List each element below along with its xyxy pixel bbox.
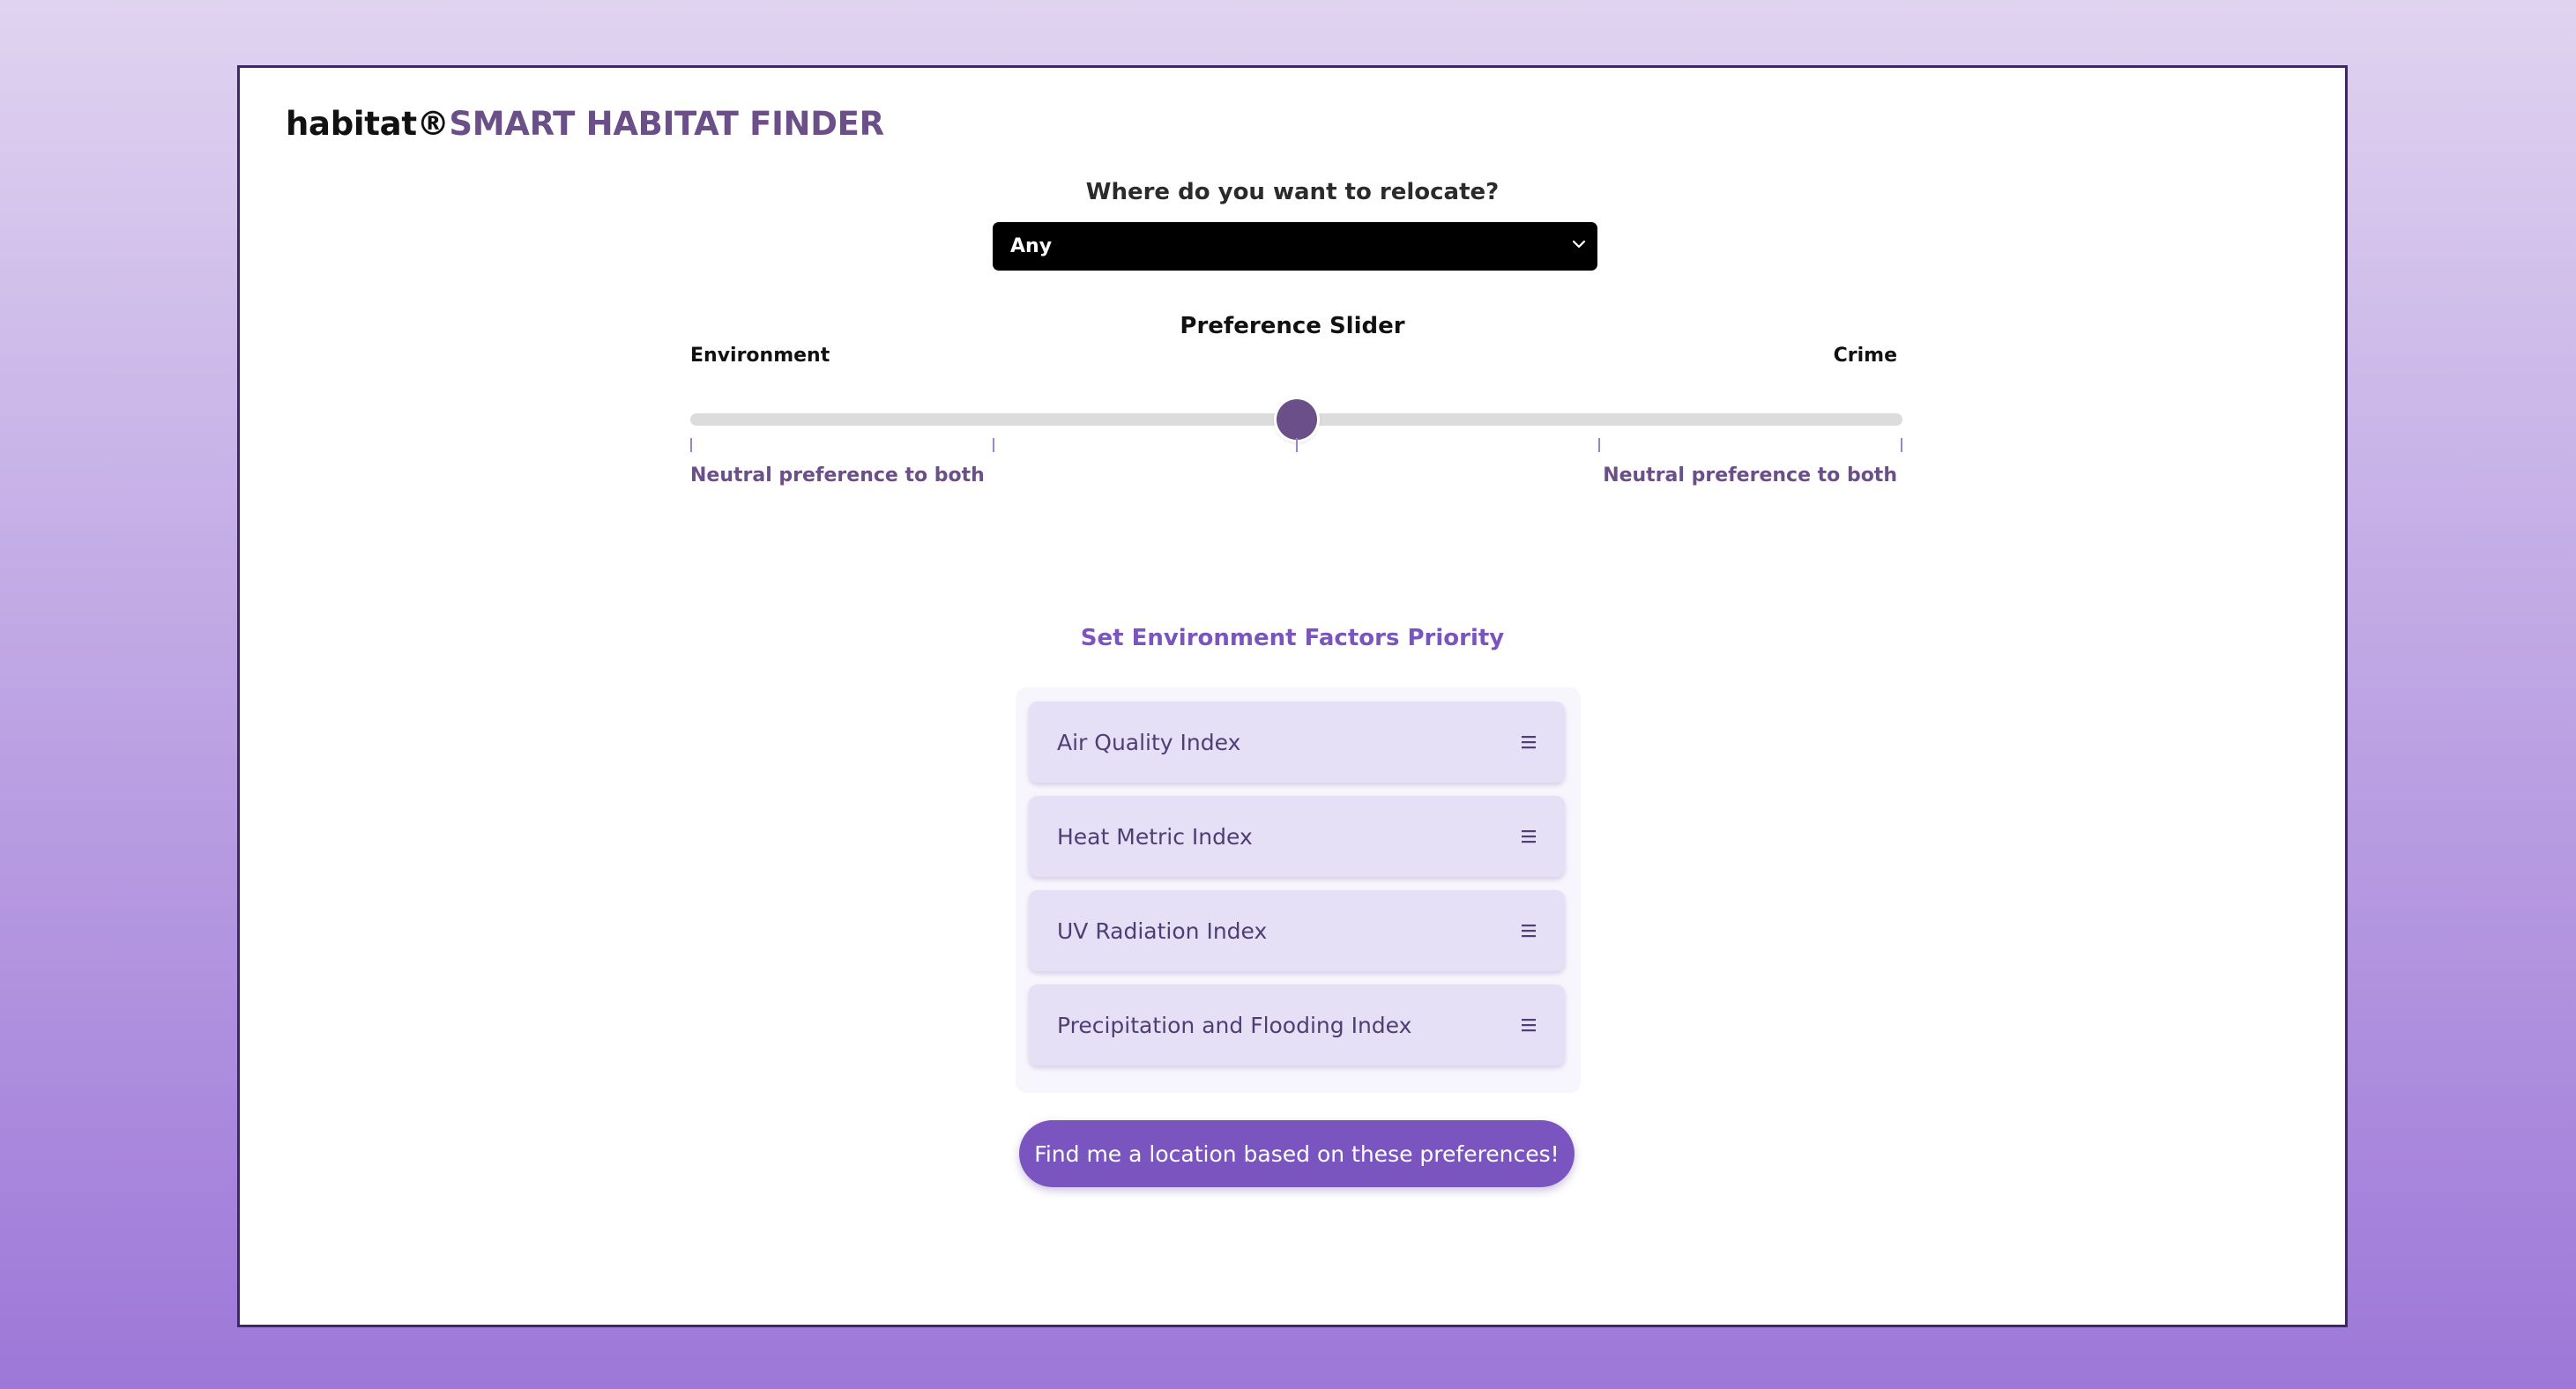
slider-label-crime: Crime: [1833, 345, 1897, 367]
factor-item-uv-radiation[interactable]: UV Radiation Index: [1029, 890, 1565, 971]
drag-handle-icon[interactable]: [1521, 828, 1537, 845]
factor-label: Air Quality Index: [1057, 729, 1241, 755]
brand-logo: habitat®SMART HABITAT FINDER: [286, 105, 884, 143]
preference-slider-title: Preference Slider: [1180, 313, 1405, 339]
slider-tick: [993, 438, 995, 452]
factor-label: UV Radiation Index: [1057, 917, 1268, 944]
preference-slider-thumb[interactable]: [1276, 399, 1317, 440]
factor-item-air-quality[interactable]: Air Quality Index: [1029, 702, 1565, 783]
factor-item-heat-metric[interactable]: Heat Metric Index: [1029, 796, 1565, 877]
drag-handle-icon[interactable]: [1521, 733, 1537, 751]
slider-tick: [1901, 438, 1902, 452]
slider-hint-left: Neutral preference to both: [690, 464, 985, 487]
app-card: habitat®SMART HABITAT FINDER Where do yo…: [237, 65, 2348, 1327]
drag-handle-icon[interactable]: [1521, 922, 1537, 940]
factors-priority-title: Set Environment Factors Priority: [1080, 625, 1505, 651]
find-location-button[interactable]: Find me a location based on these prefer…: [1019, 1120, 1575, 1187]
brand-name: habitat®: [286, 105, 450, 143]
location-select[interactable]: Any: [993, 222, 1597, 271]
slider-tick: [1295, 438, 1298, 452]
slider-label-environment: Environment: [690, 345, 830, 367]
chevron-down-icon: [1572, 240, 1586, 249]
factors-sortable-list: Air Quality Index Heat Metric Index UV R…: [1016, 687, 1581, 1093]
factor-label: Precipitation and Flooding Index: [1057, 1012, 1412, 1038]
slider-tick: [690, 438, 692, 452]
location-select-value: Any: [1010, 235, 1053, 257]
factor-item-precipitation-flooding[interactable]: Precipitation and Flooding Index: [1029, 984, 1565, 1066]
factor-label: Heat Metric Index: [1057, 823, 1253, 850]
slider-tick: [1597, 438, 1600, 452]
drag-handle-icon[interactable]: [1521, 1016, 1537, 1034]
slider-hint-right: Neutral preference to both: [1603, 464, 1897, 487]
relocate-question: Where do you want to relocate?: [1085, 179, 1500, 205]
brand-product: SMART HABITAT FINDER: [449, 105, 884, 143]
